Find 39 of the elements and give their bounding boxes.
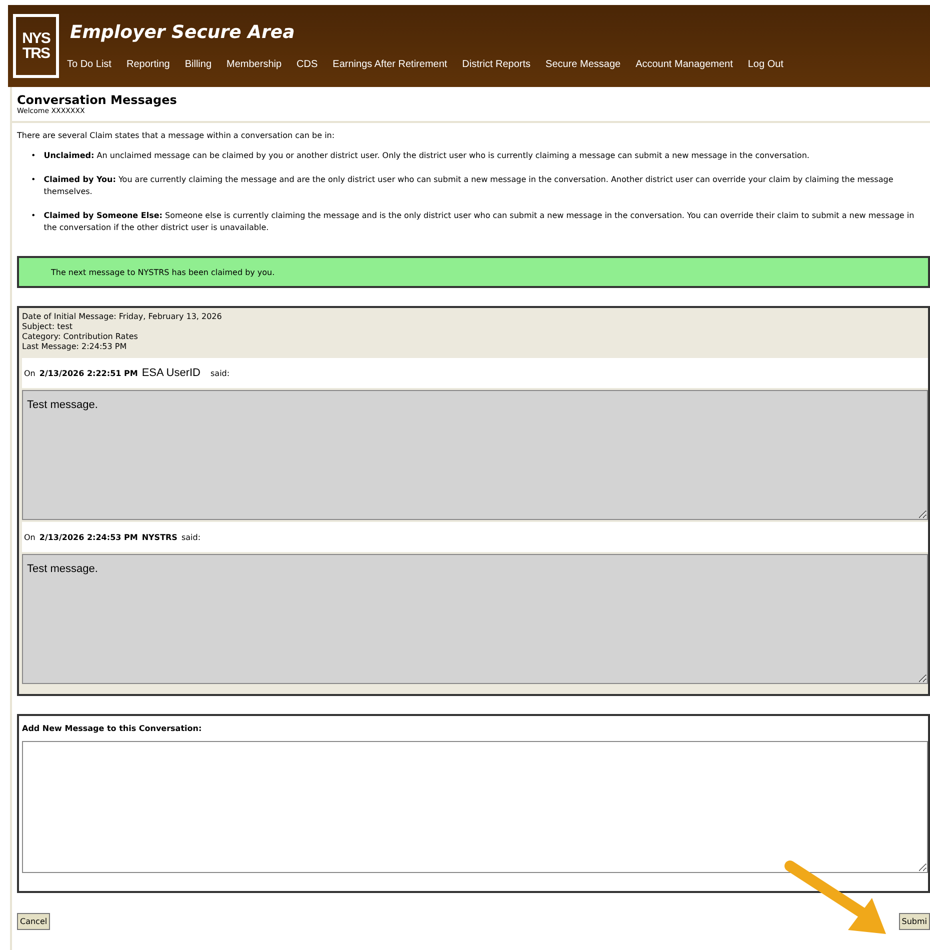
- message-prefix: On: [24, 532, 36, 542]
- bullet-marker: •: [31, 174, 36, 186]
- new-message-field[interactable]: [22, 741, 928, 873]
- intro-text: There are several Claim states that a message within a conversation can be in:: [17, 131, 336, 140]
- message-timestamp: 2/13/2026 2:24:53 PM: [39, 532, 138, 542]
- nav-link[interactable]: Log Out: [748, 59, 784, 70]
- nav-link[interactable]: Account Management: [636, 59, 733, 70]
- nav-link[interactable]: Billing: [184, 59, 212, 70]
- logo: NYS TRS: [13, 14, 59, 78]
- nav-link[interactable]: Membership: [226, 59, 282, 70]
- conversation-detail: Category: Contribution Rates: [22, 332, 139, 342]
- nav-link[interactable]: Earnings After Retirement: [332, 59, 448, 70]
- nav-link[interactable]: To Do List: [67, 59, 112, 70]
- cancel-button[interactable]: Cancel: [17, 913, 50, 930]
- nav-link[interactable]: Reporting: [126, 59, 170, 70]
- claim-state-description: Unclaimed: An unclaimed message can be claimed by you or another district user. Only the district user who is currently claiming a message can submit a new message in the conversation.: [44, 150, 810, 162]
- message-suffix: said:: [181, 532, 201, 542]
- submit-button[interactable]: Submi: [898, 913, 930, 930]
- message-prefix: On: [24, 368, 36, 378]
- message-body[interactable]: Test message.: [22, 390, 928, 520]
- site-title: Employer Secure Area: [70, 22, 296, 43]
- message-timestamp: 2/13/2026 2:22:51 PM: [39, 368, 138, 378]
- nav-link[interactable]: District Reports: [462, 59, 531, 70]
- message-suffix: said:: [210, 368, 230, 378]
- bullet-marker: •: [31, 210, 36, 222]
- conversation-detail: Last Message: 2:24:53 PM: [22, 342, 128, 352]
- claim-state-description: Claimed by You: You are currently claiming the message and are the only district user who can submit a new message in the conversation. Another district user can override your claim by claiming the message themselves.: [44, 174, 894, 198]
- message-author: ESA UserID: [142, 367, 200, 379]
- claim-state-description: Claimed by Someone Else: Someone else is currently claiming the message and is the only district user who can submit a new message in the conversation. You can override their claim to submit a new message in the conversation if the other district user is unavailable.: [44, 210, 916, 234]
- message-body[interactable]: Test message.: [22, 554, 928, 684]
- conversation-detail: Subject: test: [22, 322, 74, 332]
- message-author: NYSTRS: [142, 532, 178, 542]
- nav-link[interactable]: CDS: [296, 59, 318, 70]
- page-title: Conversation Messages: [17, 93, 178, 107]
- bullet-marker: •: [31, 150, 36, 162]
- new-message-label: Add New Message to this Conversation:: [22, 724, 203, 733]
- claim-notice: The next message to NYSTRS has been claimed by you.: [17, 256, 930, 288]
- conversation-detail: Date of Initial Message: Friday, February 13, 2026: [22, 312, 223, 322]
- nav-link[interactable]: Secure Message: [546, 59, 621, 70]
